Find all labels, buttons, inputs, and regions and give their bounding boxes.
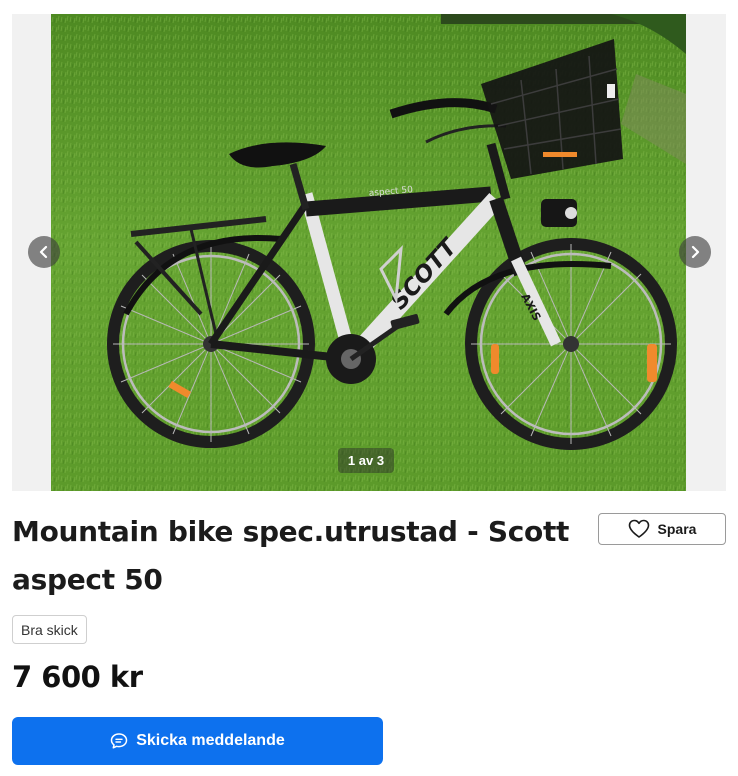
heart-outline-icon: [628, 519, 649, 538]
listing-price: 7 600 kr: [12, 660, 143, 694]
image-gallery[interactable]: SCOTT aspect 50 AXIS 1 av 3: [12, 14, 726, 491]
gallery-next-button[interactable]: [679, 236, 711, 268]
listing-title: Mountain bike spec.utrustad - Scott aspe…: [12, 515, 570, 596]
chevron-right-icon: [691, 245, 700, 259]
save-button-label: Spara: [657, 521, 697, 537]
send-message-button[interactable]: Skicka meddelande: [12, 717, 383, 765]
send-message-label: Skicka meddelande: [136, 732, 285, 749]
chevron-left-icon: [39, 245, 48, 259]
save-button[interactable]: Spara: [598, 513, 726, 545]
chat-bubble-icon: [110, 733, 128, 749]
listing-photo[interactable]: SCOTT aspect 50 AXIS: [51, 14, 686, 491]
image-counter: 1 av 3: [338, 448, 394, 473]
bicycle-photo: SCOTT aspect 50 AXIS: [51, 14, 686, 491]
condition-badge: Bra skick: [12, 615, 87, 644]
gallery-prev-button[interactable]: [28, 236, 60, 268]
